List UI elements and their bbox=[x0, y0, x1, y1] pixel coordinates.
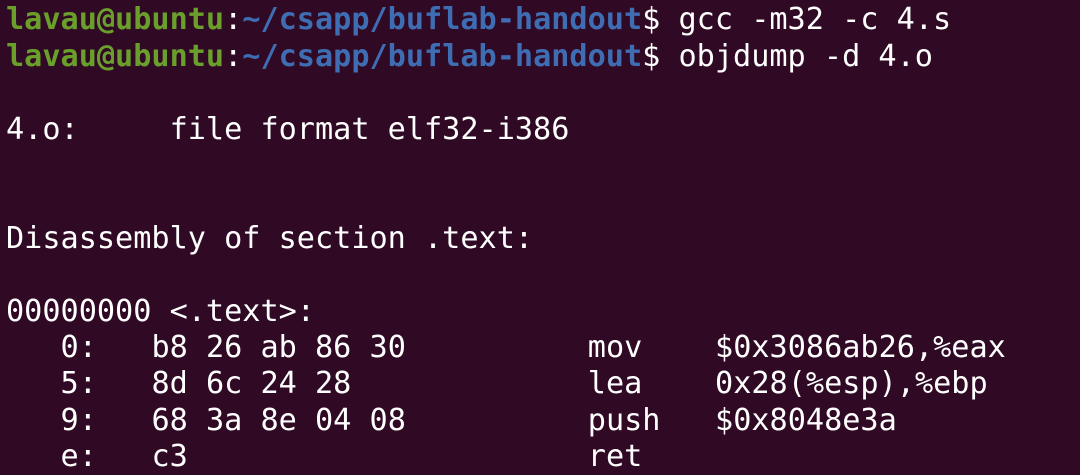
prompt-user: lavau@ubuntu bbox=[6, 38, 225, 74]
disasm-addr: 5: bbox=[6, 366, 97, 402]
disasm-addr: 0: bbox=[6, 329, 97, 365]
disasm-bytes: 8d 6c 24 28 bbox=[151, 366, 352, 402]
section-header: Disassembly of section .text: bbox=[6, 220, 534, 256]
command-text: gcc -m32 -c 4.s bbox=[678, 2, 952, 38]
command-text: objdump -d 4.o bbox=[678, 38, 933, 74]
disasm-bytes: c3 bbox=[151, 439, 188, 475]
disasm-bytes: 68 3a 8e 04 08 bbox=[151, 402, 406, 438]
disasm-bytes: b8 26 ab 86 30 bbox=[151, 329, 406, 365]
disasm-operands: $0x8048e3a bbox=[715, 402, 897, 438]
disasm-row: 5: 8d 6c 24 28 lea 0x28(%esp),%ebp bbox=[6, 366, 988, 402]
disasm-mnemonic: ret bbox=[587, 439, 643, 475]
prompt-sep: : bbox=[224, 2, 243, 38]
symbol-label: 00000000 <.text>: bbox=[6, 293, 315, 329]
prompt-line-1: lavau@ubuntu:~/csapp/buflab-handout$ gcc… bbox=[6, 2, 951, 38]
file-header: 4.o: file format elf32-i386 bbox=[6, 111, 570, 147]
prompt-symbol: $ bbox=[642, 2, 661, 38]
prompt-path: ~/csapp/buflab-handout bbox=[242, 2, 643, 38]
disasm-operands: 0x28(%esp),%ebp bbox=[715, 366, 988, 402]
prompt-user: lavau@ubuntu bbox=[6, 0, 224, 1]
disasm-mnemonic: push bbox=[587, 402, 661, 438]
disasm-row: 9: 68 3a 8e 04 08 push $0x8048e3a bbox=[6, 403, 951, 439]
prompt-symbol: $ bbox=[642, 0, 660, 1]
disasm-mnemonic: mov bbox=[587, 329, 643, 365]
disasm-addr: 9: bbox=[6, 402, 97, 438]
terminal[interactable]: lavau@ubuntu:~/csapp/buflab-handout$lava… bbox=[6, 0, 1006, 475]
prompt-user: lavau@ubuntu bbox=[6, 2, 225, 38]
prompt-path: ~/csapp/buflab-handout bbox=[242, 0, 642, 1]
prompt-path: ~/csapp/buflab-handout bbox=[242, 38, 643, 74]
disasm-row: e: c3 ret bbox=[6, 439, 951, 475]
disasm-operands: $0x3086ab26,%eax bbox=[715, 329, 1006, 365]
prompt-sep: : bbox=[224, 0, 242, 1]
disasm-mnemonic: lea bbox=[587, 366, 643, 402]
disasm-addr: e: bbox=[6, 439, 97, 475]
prompt-line-2: lavau@ubuntu:~/csapp/buflab-handout$ obj… bbox=[6, 39, 951, 75]
prompt-symbol: $ bbox=[642, 38, 661, 74]
prompt-sep: : bbox=[224, 38, 243, 74]
disasm-row: 0: b8 26 ab 86 30 mov $0x3086ab26,%eax bbox=[6, 329, 1006, 366]
